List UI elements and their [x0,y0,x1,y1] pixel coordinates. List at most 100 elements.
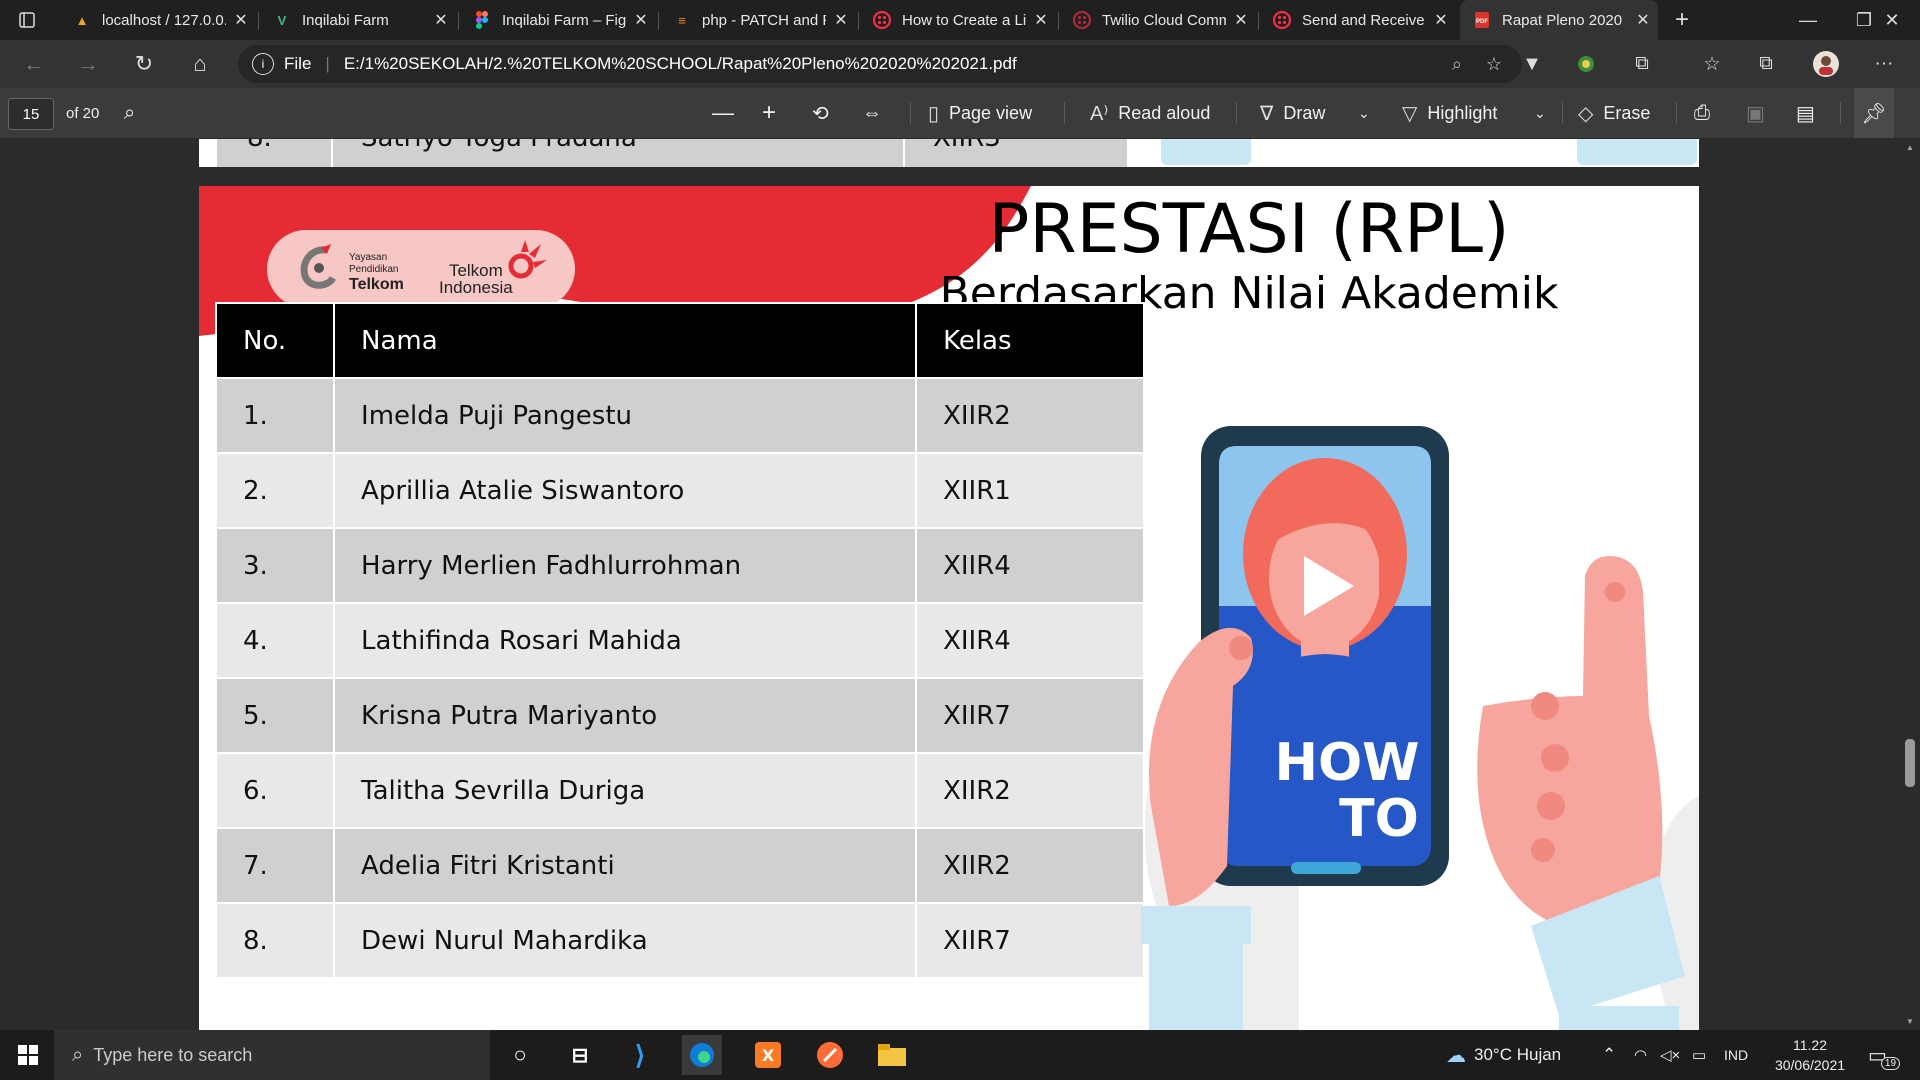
minimize-icon[interactable]: — [1780,0,1836,40]
scroll-down-icon[interactable]: ▼ [1906,1017,1914,1026]
address-bar[interactable]: i File | E:/1%20SEKOLAH/2.%20TELKOM%20SC… [238,45,1522,83]
file-explorer-icon[interactable] [872,1035,912,1075]
twilio-icon [1272,10,1292,30]
tab-stackoverflow[interactable]: ≡ php - PATCH and PUT ✕ [660,0,856,40]
forward-icon[interactable]: → [70,46,106,82]
vue-icon: V [277,12,287,28]
home-icon[interactable]: ⌂ [182,46,218,82]
tab-title: Twilio Cloud Communications [1102,11,1226,29]
cell-kelas: XIIR2 [915,377,1145,454]
zoom-in-icon[interactable]: + [762,88,776,138]
page-total: of 20 [66,104,100,122]
collections-icon[interactable]: ⧉ [1748,46,1784,82]
save-icon[interactable]: ▣ [1746,88,1765,138]
print-icon[interactable]: ⎙ [1694,88,1710,138]
tab-twilio-live[interactable]: How to Create a Live ✕ [860,0,1056,40]
draw-button[interactable]: ∇ Draw [1260,88,1325,138]
highlight-button[interactable]: ▽ Highlight [1402,88,1497,138]
language-indicator[interactable]: IND [1724,1030,1748,1080]
info-icon[interactable]: i [252,53,274,75]
favorite-add-icon[interactable]: ☆ [1486,54,1502,75]
tab-actions-icon[interactable] [0,0,54,40]
close-tab-icon[interactable]: ✕ [426,10,456,30]
network-icon[interactable]: ◠ [1634,1030,1647,1080]
pin-toolbar-icon[interactable]: 📌︎ [1854,88,1894,138]
close-tab-icon[interactable]: ✕ [1226,10,1256,30]
read-aloud-icon: A⁾ [1090,102,1109,125]
back-icon[interactable]: ← [16,46,52,82]
favorites-icon[interactable]: ☆ [1694,46,1730,82]
cell-nama: Dewi Nurul Mahardika [333,902,918,979]
tab-twilio-cloud[interactable]: Twilio Cloud Communications ✕ [1060,0,1256,40]
show-hidden-icons-chevron-up-icon[interactable]: ⌃ [1602,1030,1616,1080]
battery-icon[interactable]: ▭ [1692,1030,1706,1080]
draw-icon: ∇ [1260,102,1274,125]
tab-twilio-send[interactable]: Send and Receive ✕ [1260,0,1456,40]
fit-to-width-icon[interactable]: ⇔ [862,88,882,138]
tab-localhost[interactable]: ▲ localhost / 127.0.0.1 ✕ [60,0,256,40]
scrollbar-thumb[interactable] [1905,739,1915,787]
tab-figma[interactable]: Inqilabi Farm – Figma ✕ [460,0,656,40]
page-number-input[interactable]: 15 [8,98,54,130]
vscode-icon[interactable]: ⟩ [620,1035,660,1075]
new-tab-icon[interactable]: + [1660,0,1704,40]
edge-browser-icon[interactable] [682,1035,722,1075]
xampp-icon[interactable]: X [748,1035,788,1075]
address-toolbar: ← → ↻ ⌂ i File | E:/1%20SEKOLAH/2.%20TEL… [0,40,1920,88]
action-center-icon[interactable]: ▭ 19 [1868,1030,1901,1080]
page-view-label: Page view [949,102,1033,123]
search-icon[interactable]: ⌕ [124,88,135,138]
cortana-icon[interactable]: ○ [500,1035,540,1075]
close-tab-icon[interactable]: ✕ [1026,10,1056,30]
erase-button[interactable]: ◇ Erase [1578,88,1650,138]
slide-title: PRESTASI (RPL) [988,190,1510,269]
windows-start-icon[interactable] [8,1035,48,1075]
tab-title: php - PATCH and PUT [702,11,826,29]
tab-title: Send and Receive [1302,11,1425,29]
table-row: 5. Krisna Putra Mariyanto XIIR7 [214,677,1145,754]
cell-nama: Talitha Sevrilla Duriga [333,752,918,829]
tab-rapat-pleno[interactable]: PDF Rapat Pleno 2020 ✕ [1460,0,1658,40]
scroll-up-icon[interactable]: ▲ [1906,143,1914,152]
save-as-icon[interactable]: ▤ [1796,88,1815,138]
clock-date: 30/06/2021 [1774,1057,1846,1073]
clock-time: 11.22 [1793,1037,1827,1053]
table-header-row: No. Nama Kelas [214,302,1145,379]
yayasan-logo-icon [300,244,336,289]
page-view-button[interactable]: ▯ Page view [928,88,1032,138]
cell-nama: Imelda Puji Pangestu [333,377,918,454]
close-window-icon[interactable]: ✕ [1864,0,1920,40]
weather-widget[interactable]: ☁ 30°C Hujan [1446,1030,1561,1080]
pdf-viewer: 8. Satriyo Yoga Pradana XIIR3 Yayasan Pe… [0,139,1920,1030]
more-menu-icon[interactable]: ··· [1866,46,1902,82]
close-tab-icon[interactable]: ✕ [1426,10,1456,30]
draw-label: Draw [1283,102,1326,123]
clock[interactable]: 11.22 30/06/2021 [1768,1030,1852,1080]
draw-options-chevron-down-icon[interactable]: ⌄ [1358,88,1370,138]
volume-muted-icon[interactable]: ◁× [1660,1030,1680,1080]
svg-text:X: X [762,1046,775,1065]
vuetify-extension-icon[interactable]: ▼ [1514,46,1550,82]
tab-inqilabi-farm[interactable]: V Inqilabi Farm ✕ [260,0,456,40]
close-tab-icon[interactable]: ✕ [626,10,656,30]
vertical-scrollbar[interactable]: ▲ ▼ [1900,139,1920,1030]
taskbar-search-input[interactable]: ⌕ Type here to search [54,1030,490,1080]
close-tab-icon[interactable]: ✕ [826,10,856,30]
zoom-out-icon[interactable]: — [712,88,734,138]
read-aloud-button[interactable]: A⁾ Read aloud [1090,88,1210,138]
extensions-puzzle-icon[interactable]: ⧉ [1624,46,1660,82]
highlight-options-chevron-down-icon[interactable]: ⌄ [1534,88,1546,138]
cell-kelas: XIIR2 [915,752,1145,829]
url-text[interactable]: E:/1%20SEKOLAH/2.%20TELKOM%20SCHOOL/Rapa… [344,54,1017,74]
profile-avatar[interactable] [1808,46,1844,82]
rotate-icon[interactable]: ⟲ [812,88,829,138]
close-tab-icon[interactable]: ✕ [1628,10,1658,30]
extension-icon[interactable] [1568,46,1604,82]
tab-title: Rapat Pleno 2020 [1502,11,1623,29]
close-tab-icon[interactable]: ✕ [226,10,256,30]
postman-icon[interactable] [810,1035,850,1075]
highlight-label: Highlight [1427,102,1498,123]
task-view-icon[interactable]: ⊟ [560,1035,600,1075]
zoom-icon[interactable]: ⌕ [1452,54,1462,75]
refresh-icon[interactable]: ↻ [126,46,162,82]
